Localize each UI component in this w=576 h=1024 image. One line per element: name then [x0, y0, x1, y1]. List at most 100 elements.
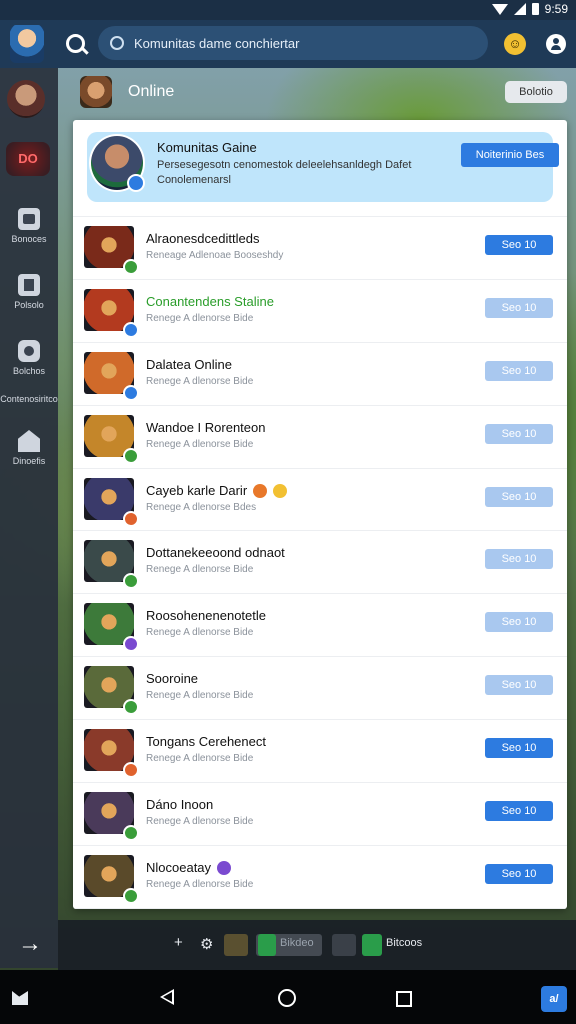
see-button[interactable]: Seo 10 [485, 486, 553, 507]
search-input-text: Komunitas dame conchiertar [134, 35, 300, 51]
plus-box-icon[interactable] [362, 934, 382, 956]
list-item[interactable]: Dáno Inoon Renege A dlenorse Bide Seo 10 [73, 782, 567, 845]
see-button[interactable]: Seo 10 [485, 423, 553, 444]
see-button[interactable]: Seo 10 [485, 801, 553, 822]
arrow-right-icon[interactable]: → [18, 930, 42, 958]
community-name: Dáno Inoon [146, 797, 213, 812]
featured-text: Persesegesotn cenomestok deleelehsanldeg… [157, 159, 412, 186]
list-item[interactable]: Sooroine Renege A dlenorse Bide Seo 10 [73, 656, 567, 719]
community-subtitle: Renege A dlenorse Bide [146, 878, 254, 890]
rail-item-label: Bonoces [11, 234, 47, 244]
rail-item-label: Bolchos [12, 366, 46, 376]
emoji-icon[interactable]: ☺ [504, 33, 526, 55]
status-badge-icon [123, 573, 139, 590]
rail-badge[interactable]: DO [6, 142, 50, 176]
profile-icon[interactable] [546, 34, 566, 54]
status-badge-icon [123, 762, 139, 779]
document-icon [18, 274, 40, 296]
community-name-text: Wandoe I Rorenteon [146, 419, 266, 435]
status-badge-icon [123, 887, 139, 904]
community-name: Alraonesdcedittleds [146, 231, 259, 246]
community-name: Conantendens Staline [146, 294, 274, 309]
community-subtitle: Renege A dlenorse Bide [146, 816, 254, 828]
community-name-text: Dottanekeeoond odnaot [146, 545, 285, 561]
community-subtitle: Renege A dlenorse Bide [146, 690, 254, 702]
toolbar-label[interactable]: Bitcoos [386, 937, 422, 949]
community-card: Komunitas Gaine Persesegesotn cenomestok… [73, 120, 567, 909]
see-button[interactable]: Seo 10 [485, 675, 553, 696]
list-item[interactable]: Wandoe I Rorenteon Renege A dlenorse Bide… [73, 404, 567, 468]
community-name-text: Roosohenenenotetle [146, 608, 266, 624]
left-rail: DO Bonoces Polsolo Bolchos Contenosiritc… [0, 68, 58, 968]
community-name: Dalatea Online [146, 357, 232, 372]
list-item[interactable]: Cayeb karle Darir Renege A dlenorse Bdes S… [73, 467, 567, 531]
community-name-text: Tongans Cerehenect [146, 734, 266, 750]
rail-item-dinoefis[interactable]: Dinoefis [0, 430, 58, 466]
list-item[interactable]: Nlocoeatay Renege A dlenorse Bide Seo 10 [73, 844, 567, 908]
community-subtitle: Renege A dlenorse Bide [146, 438, 254, 450]
community-name: Tongans Cerehenect [146, 734, 266, 749]
status-badge-icon [123, 510, 139, 527]
rail-item-contenosiritco[interactable]: Contenosiritco [0, 394, 64, 404]
status-badge-icon [123, 384, 139, 401]
toolbar-label: Bikdeo [280, 937, 314, 949]
refresh-icon[interactable] [332, 934, 356, 956]
app-bar: Komunitas dame conchiertar ☺ [0, 20, 576, 68]
home-icon[interactable] [278, 989, 296, 1007]
community-subtitle: Renege A dlenorse Bide [146, 375, 254, 387]
online-avatar [80, 76, 112, 108]
rail-item-bolchos[interactable]: Bolchos [0, 340, 58, 376]
see-button[interactable]: Seo 10 [485, 297, 553, 318]
app-logo[interactable] [10, 25, 44, 63]
rail-item-bonoces[interactable]: Bonoces [0, 208, 58, 244]
search-icon[interactable] [64, 32, 90, 58]
signal-icon [513, 3, 526, 15]
see-button[interactable]: Seo 10 [485, 549, 553, 570]
community-subtitle: Renege A dlenorse Bide [146, 564, 254, 576]
see-button[interactable]: Seo 10 [485, 738, 553, 759]
featured-button[interactable]: Noiterinio Bes [461, 143, 559, 167]
list-item[interactable]: Alraonesdcedittleds Reneage Adlenoae Boos… [73, 216, 567, 279]
list-item[interactable]: Tongans Cerehenect Renege A dlenorse Bide… [73, 719, 567, 782]
list-item[interactable]: Conantendens Staline Renege A dlenorse Bi… [73, 278, 567, 342]
rail-item-polsolo[interactable]: Polsolo [0, 274, 58, 310]
list-item[interactable]: Dottanekeeoond odnaot Renege A dlenorse B… [73, 530, 567, 593]
list-item[interactable]: Roosohenenenotetle Renege A dlenorse Bide… [73, 593, 567, 656]
user-avatar[interactable] [7, 80, 45, 118]
community-subtitle: Reneage Adlenoae Booseshdy [146, 250, 284, 261]
featured-title: Komunitas Gaine [157, 140, 257, 155]
chat-icon [18, 208, 40, 230]
add-icon[interactable]: + [174, 934, 183, 951]
see-button[interactable]: Seo 10 [485, 360, 553, 381]
community-subtitle: Renege A dlenorse Bide [146, 627, 254, 639]
status-badge-icon [123, 447, 139, 464]
community-subtitle: Renege A dlenorse Bide [146, 753, 254, 765]
status-badge-icon [123, 825, 139, 842]
community-subtitle: Renege A dlenorse Bide [146, 312, 254, 324]
list-item[interactable]: SoosoentencySeo 10 [73, 907, 567, 909]
see-button[interactable]: Seo 10 [485, 235, 553, 255]
community-name-text: Nlocoeatay [146, 859, 212, 875]
recents-icon[interactable] [396, 991, 412, 1007]
see-button[interactable]: Seo 10 [485, 612, 553, 633]
list-item[interactable]: Dalatea Online Renege A dlenorse Bide Seo … [73, 341, 567, 405]
rail-item-label: Contenosiritco [0, 394, 58, 404]
wifi-icon [491, 3, 508, 15]
reaction-icon [253, 484, 268, 499]
rail-item-label: Polsolo [14, 300, 44, 310]
see-button[interactable]: Seo 10 [485, 863, 553, 884]
community-name: Sooroine [146, 671, 198, 686]
featured-community[interactable]: Komunitas Gaine Persesegesotn cenomestok… [87, 132, 559, 202]
folder-icon[interactable] [224, 934, 248, 956]
online-action-button[interactable]: Bolotio [505, 81, 567, 103]
settings-icon[interactable]: ⚙ [200, 935, 213, 953]
camera-icon [18, 340, 40, 362]
reaction-icon [217, 861, 232, 876]
bottom-toolbar: + ⚙ Bikdeo Bitcoos [58, 920, 576, 970]
status-badge-icon [123, 259, 139, 275]
online-title: Online [128, 83, 175, 100]
community-name-text: Cayeb karle Darir [146, 482, 248, 498]
app-switch-icon[interactable]: a/ [541, 986, 567, 1012]
status-badge-icon [123, 636, 139, 653]
search-input[interactable]: Komunitas dame conchiertar [98, 26, 488, 60]
